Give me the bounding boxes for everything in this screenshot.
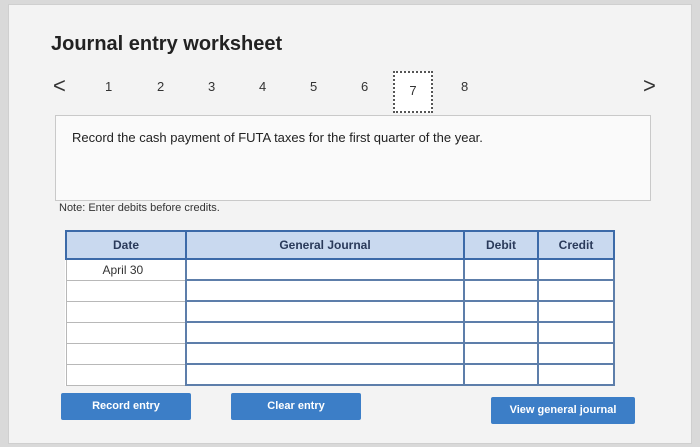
- step-5[interactable]: 5: [310, 79, 317, 94]
- header-general-journal: General Journal: [185, 230, 465, 260]
- credit-input[interactable]: [537, 300, 615, 323]
- step-4[interactable]: 4: [259, 79, 266, 94]
- account-input[interactable]: [185, 321, 465, 344]
- date-cell: [65, 363, 187, 386]
- account-input[interactable]: [185, 279, 465, 302]
- debit-input[interactable]: [463, 300, 539, 323]
- account-input[interactable]: [185, 258, 465, 281]
- credit-input[interactable]: [537, 279, 615, 302]
- credit-input[interactable]: [537, 363, 615, 386]
- step-6[interactable]: 6: [361, 79, 368, 94]
- table-row: [65, 342, 615, 365]
- account-input[interactable]: [185, 363, 465, 386]
- debit-input[interactable]: [463, 258, 539, 281]
- step-2[interactable]: 2: [157, 79, 164, 94]
- view-general-journal-button[interactable]: View general journal: [491, 397, 635, 424]
- prompt-box: Record the cash payment of FUTA taxes fo…: [55, 115, 651, 201]
- next-step-arrow[interactable]: >: [643, 73, 656, 99]
- record-entry-button[interactable]: Record entry: [61, 393, 191, 420]
- table-row: April 30: [65, 258, 615, 281]
- prev-step-arrow[interactable]: <: [53, 73, 66, 99]
- table-row: [65, 321, 615, 344]
- date-cell: [65, 321, 187, 344]
- header-date: Date: [65, 230, 187, 260]
- debit-input[interactable]: [463, 363, 539, 386]
- date-cell: [65, 342, 187, 365]
- step-3[interactable]: 3: [208, 79, 215, 94]
- step-7-active[interactable]: 7: [393, 71, 433, 113]
- date-cell: April 30: [65, 258, 187, 281]
- clear-entry-button[interactable]: Clear entry: [231, 393, 361, 420]
- debit-input[interactable]: [463, 279, 539, 302]
- table-row: [65, 279, 615, 302]
- date-cell: [65, 300, 187, 323]
- credit-input[interactable]: [537, 258, 615, 281]
- step-1[interactable]: 1: [105, 79, 112, 94]
- journal-table: Date General Journal Debit Credit April …: [65, 230, 615, 386]
- prompt-text: Record the cash payment of FUTA taxes fo…: [72, 130, 483, 145]
- credit-input[interactable]: [537, 321, 615, 344]
- table-row: [65, 363, 615, 386]
- entry-note: Note: Enter debits before credits.: [59, 202, 220, 214]
- worksheet-panel: Journal entry worksheet < 1 2 3 4 5 6 7 …: [8, 4, 692, 444]
- date-cell: [65, 279, 187, 302]
- account-input[interactable]: [185, 342, 465, 365]
- debit-input[interactable]: [463, 342, 539, 365]
- header-debit: Debit: [463, 230, 539, 260]
- debit-input[interactable]: [463, 321, 539, 344]
- account-input[interactable]: [185, 300, 465, 323]
- table-row: [65, 300, 615, 323]
- header-credit: Credit: [537, 230, 615, 260]
- step-8[interactable]: 8: [461, 79, 468, 94]
- credit-input[interactable]: [537, 342, 615, 365]
- page-title: Journal entry worksheet: [51, 33, 283, 55]
